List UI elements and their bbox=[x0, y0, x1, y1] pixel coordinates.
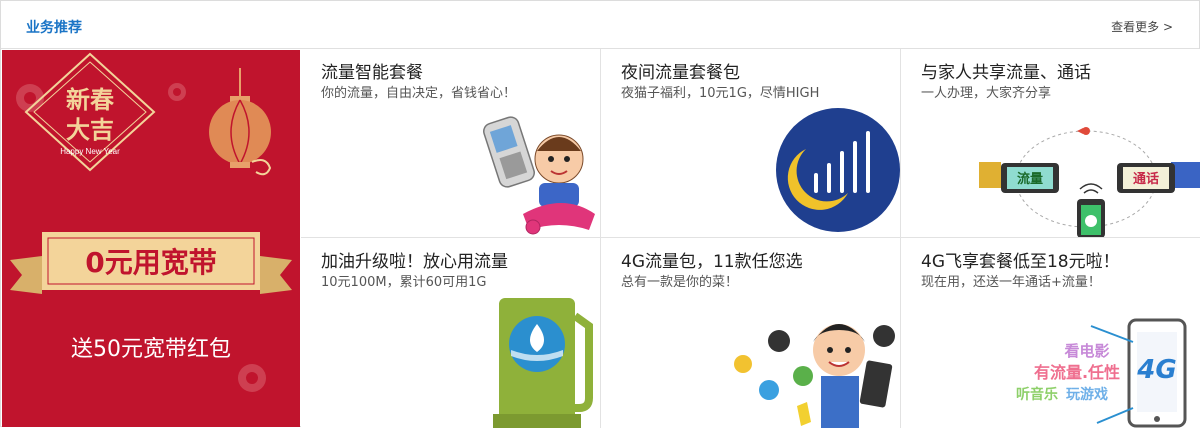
art-line3a: 听音乐 bbox=[1016, 386, 1058, 403]
lantern-icon bbox=[209, 68, 272, 176]
ribbon-text: 0元用宽带 bbox=[85, 246, 216, 279]
phone-icon bbox=[1077, 199, 1105, 237]
4g-badge: 4G bbox=[1136, 355, 1176, 385]
section-title: 业务推荐 bbox=[26, 20, 82, 36]
view-more-link[interactable]: 查看更多 > bbox=[1111, 18, 1173, 35]
product-card[interactable]: 流量智能套餐 你的流量，自由决定，省钱省心！ bbox=[301, 49, 601, 238]
mascot-icon bbox=[523, 134, 595, 235]
art-line2: 有流量.任性 bbox=[1034, 363, 1120, 382]
product-card[interactable]: 4G流量包，11款任您选 总有一款是你的菜！ bbox=[601, 238, 901, 428]
phone-mascot-illustration bbox=[483, 116, 595, 235]
recommend-panel: 业务推荐 查看更多 > 新春 大吉 Happy New Year 0元用宽带 送… bbox=[0, 0, 1200, 428]
night-moon-illustration bbox=[776, 108, 900, 232]
4g-phone-illustration: 4G 看电影 有流量.任性 听音乐 玩游戏 bbox=[1016, 318, 1187, 428]
app-mascot-illustration bbox=[734, 324, 895, 428]
art-line1: 看电影 bbox=[1064, 342, 1109, 360]
share-tag-left: 流量 bbox=[1017, 171, 1043, 187]
product-card[interactable]: 与家人共享流量、通话 一人办理，大家齐分享 流量 通话 bbox=[901, 49, 1200, 238]
product-card[interactable]: 加油升级啦！放心用流量 10元100M，累计60可用1G bbox=[301, 238, 601, 428]
art-line3b: 玩游戏 bbox=[1066, 386, 1108, 403]
seal-subtitle: Happy New Year bbox=[60, 147, 120, 156]
product-card[interactable]: 夜间流量套餐包 夜猫子福利，10元1G，尽情HIGH bbox=[601, 49, 901, 238]
wifi-icon bbox=[1079, 183, 1103, 194]
fuel-pump-illustration bbox=[493, 298, 593, 428]
banner-bottom-text: 送50元宽带红包 bbox=[71, 337, 231, 362]
product-card[interactable]: 4G飞享套餐低至18元啦！ 现在用，还送一年通话+流量！ 4G 看电影 有流量.… bbox=[901, 238, 1200, 428]
broadband-promo-banner[interactable]: 新春 大吉 Happy New Year 0元用宽带 送50元宽带红包 bbox=[2, 50, 300, 427]
rocket-icon bbox=[1077, 127, 1090, 135]
family-share-illustration: 流量 通话 bbox=[979, 127, 1200, 237]
fuel-pump-icon bbox=[493, 298, 593, 428]
seal-line1: 新春 bbox=[66, 85, 114, 114]
phone-icon bbox=[483, 116, 535, 188]
share-tag-right: 通话 bbox=[1133, 171, 1159, 187]
seal-line2: 大吉 bbox=[66, 115, 114, 144]
panel-header: 业务推荐 查看更多 > bbox=[1, 1, 1199, 49]
banner-artwork: 新春 大吉 Happy New Year 0元用宽带 送50元宽带红包 bbox=[10, 52, 292, 392]
